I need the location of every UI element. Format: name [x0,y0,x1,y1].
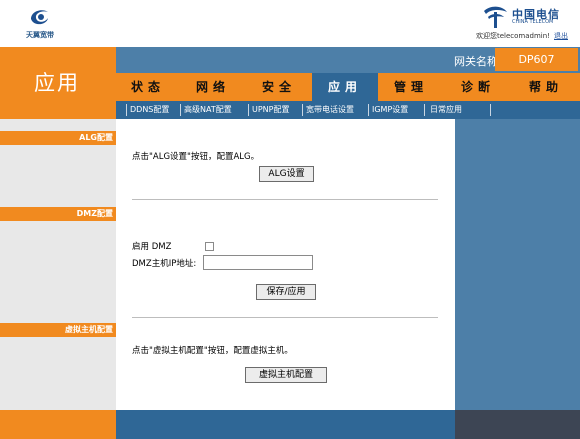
tianyi-swirl-icon [31,10,48,25]
virtual-host-hint: 点击"虚拟主机配置"按钮，配置虚拟主机。 [132,346,293,356]
dmz-ip-label: DMZ主机IP地址: [132,259,197,269]
sub-nav-separator [490,104,491,116]
subnav-advanced-nat[interactable]: 高级NAT配置 [184,104,232,116]
sub-nav-separator [180,104,181,116]
gateway-name-label: 网关名称 [454,55,498,68]
dmz-enable-checkbox[interactable] [205,242,214,251]
sub-nav-separator [368,104,369,116]
sub-nav: DDNS配置 高级NAT配置 UPNP配置 宽带电话设置 IGMP设置 日常应用 [116,101,580,119]
main-nav: 状态 网络 安全 应用 管理 诊断 帮助 [116,73,580,101]
nav-tab-status[interactable]: 状态 [116,73,180,101]
tianyi-logo: 天翼宽带 [20,6,60,42]
sub-nav-separator [248,104,249,116]
china-telecom-logo: 中国电信 CHINA TELECOM [478,3,574,29]
footer-right-block [455,410,580,439]
alg-hint: 点击"ALG设置"按钮，配置ALG。 [132,152,260,162]
section-divider [132,199,438,200]
section-divider [132,317,438,318]
nav-tab-security[interactable]: 安全 [246,73,312,101]
subnav-voip[interactable]: 宽带电话设置 [306,104,354,116]
china-telecom-en-text: CHINA TELECOM [512,19,554,25]
right-panel [455,119,580,410]
nav-tab-help[interactable]: 帮助 [512,73,580,101]
gateway-name-value: DP607 [495,48,578,71]
nav-tab-network[interactable]: 网络 [180,73,246,101]
subnav-daily-apps[interactable]: 日常应用 [430,104,462,116]
nav-tab-diagnosis[interactable]: 诊断 [444,73,512,101]
welcome-bar: 欢迎您telecomadmin! 退出 [476,31,568,41]
footer-left-block [0,410,116,439]
sub-nav-separator [302,104,303,116]
subnav-upnp[interactable]: UPNP配置 [252,104,290,116]
tianyi-brand-text: 天翼宽带 [26,31,54,39]
sidebar-section-dmz: DMZ配置 [0,207,116,221]
china-telecom-icon [484,6,507,28]
sub-nav-separator [424,104,425,116]
sidebar-section-virtual-host: 虚拟主机配置 [0,323,116,337]
left-sidebar [0,119,116,410]
alg-settings-button[interactable]: ALG设置 [259,166,314,182]
welcome-text: 欢迎您telecomadmin! [476,32,550,40]
save-apply-button[interactable]: 保存/应用 [256,284,316,300]
virtual-host-config-button[interactable]: 虚拟主机配置 [245,367,327,383]
subnav-ddns[interactable]: DDNS配置 [130,104,169,116]
page-title: 应用 [34,71,80,95]
nav-tab-management[interactable]: 管理 [378,73,444,101]
top-header: 天翼宽带 中国电信 CHINA TELECOM 欢迎您telecomadmin!… [0,0,580,47]
dmz-ip-input[interactable] [203,255,313,270]
logout-link[interactable]: 退出 [554,32,568,40]
sub-nav-separator [126,104,127,116]
main-content: 点击"ALG设置"按钮，配置ALG。 ALG设置 启用 DMZ DMZ主机IP地… [116,119,455,410]
subnav-igmp[interactable]: IGMP设置 [372,104,408,116]
nav-tab-application[interactable]: 应用 [312,73,378,101]
dmz-enable-label: 启用 DMZ [132,242,172,252]
page-title-block: 应用 [0,47,116,119]
sidebar-section-alg: ALG配置 [0,131,116,145]
